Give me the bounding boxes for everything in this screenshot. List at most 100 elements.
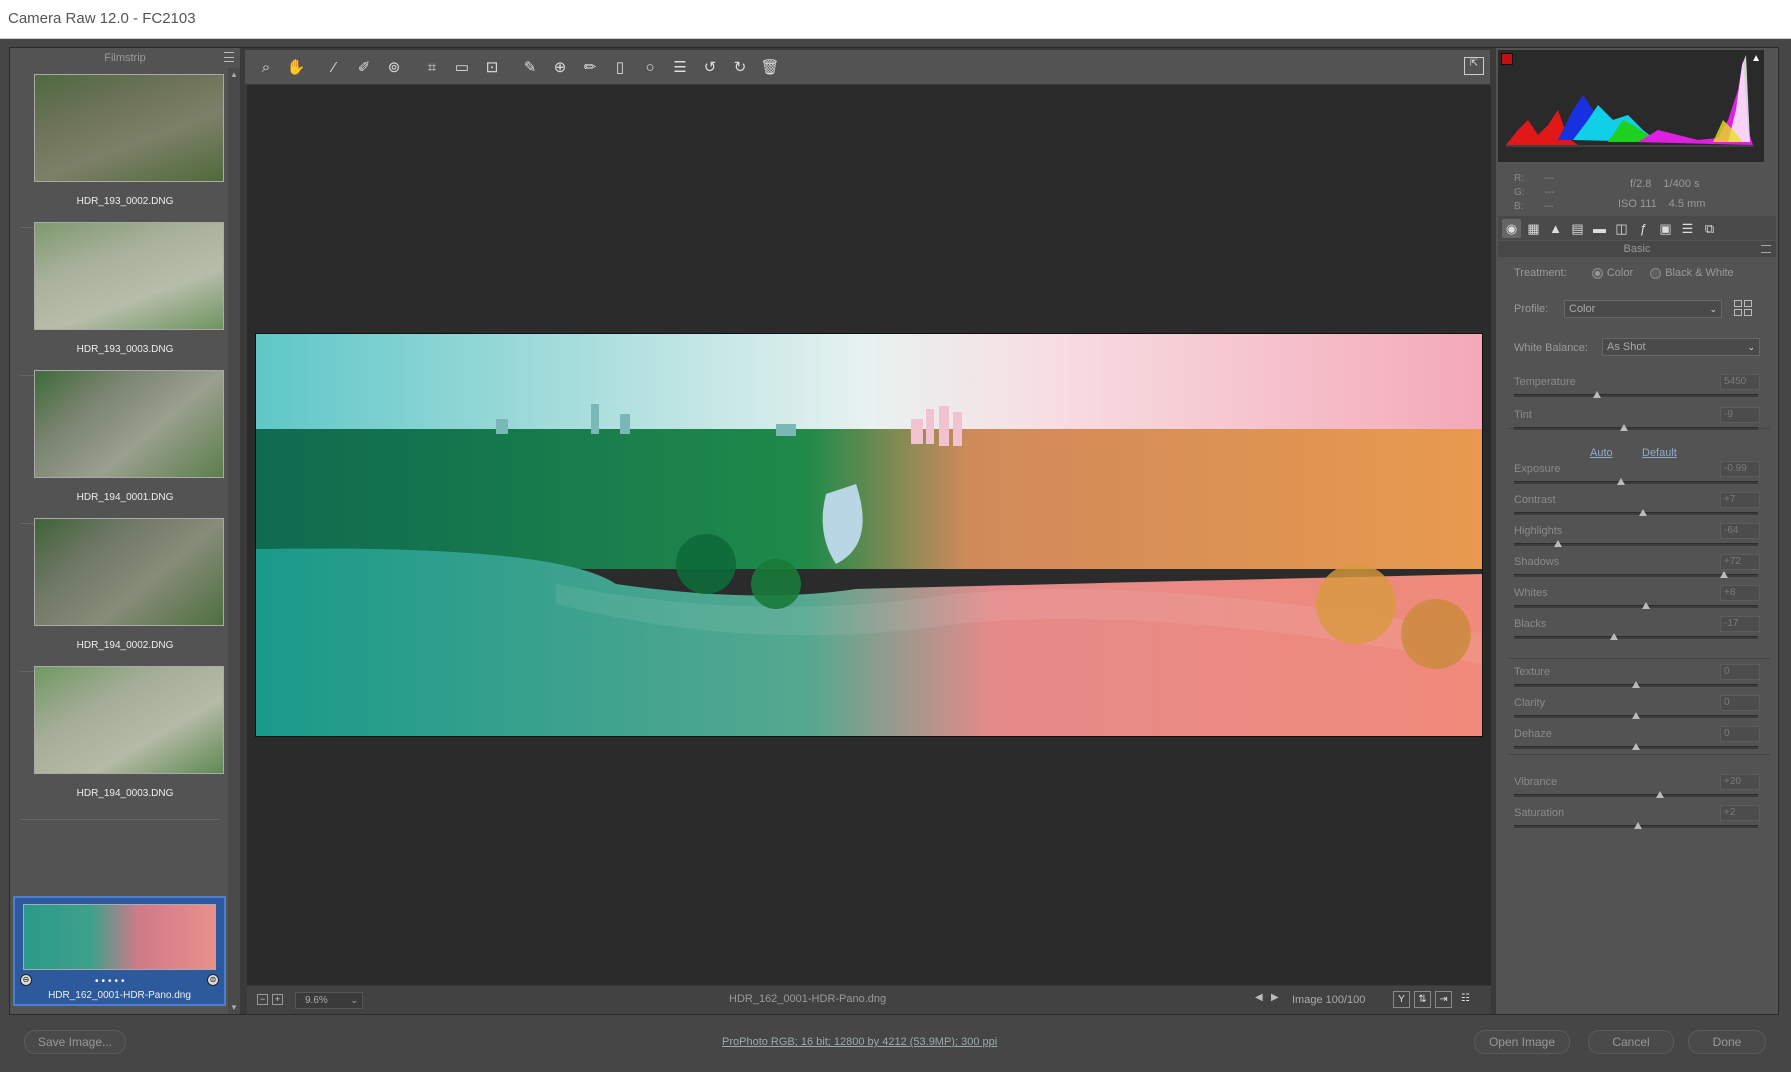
slider-knob[interactable] bbox=[1617, 478, 1626, 485]
spot-removal-tool-icon[interactable]: ✎ bbox=[519, 56, 541, 78]
profile-browser-icon[interactable] bbox=[1734, 300, 1754, 318]
thumbnail[interactable] bbox=[34, 666, 224, 774]
scroll-up-icon[interactable]: ▲ bbox=[230, 70, 238, 79]
filmstrip-item-selected[interactable]: ••••• ⊖ ⊜ HDR_162_0001-HDR-Pano.dng bbox=[13, 896, 226, 1006]
rating-dots[interactable]: ••••• bbox=[95, 976, 128, 987]
treatment-bw-option[interactable]: Black & White bbox=[1650, 267, 1734, 279]
targeted-adjustment-tool-icon[interactable]: ⊚ bbox=[383, 56, 405, 78]
zoom-out-button[interactable]: − bbox=[257, 994, 268, 1005]
slider-track[interactable] bbox=[1514, 540, 1758, 547]
slider-value-field[interactable]: 0 bbox=[1720, 726, 1760, 742]
filmstrip-item[interactable]: HDR_193_0002.DNG bbox=[20, 64, 224, 228]
tab-tone-curve-icon[interactable]: ▦ bbox=[1524, 219, 1543, 238]
slider-value-field[interactable]: 0 bbox=[1720, 695, 1760, 711]
slider-value-field[interactable]: +7 bbox=[1720, 492, 1760, 508]
panel-menu-icon[interactable] bbox=[1761, 245, 1771, 253]
slider-knob[interactable] bbox=[1632, 681, 1640, 688]
slider-knob[interactable] bbox=[1641, 602, 1650, 609]
slider-track[interactable] bbox=[1514, 712, 1758, 719]
red-eye-tool-icon[interactable]: ⊕ bbox=[549, 56, 571, 78]
slider-value-field[interactable]: 0 bbox=[1720, 664, 1760, 680]
slider-knob[interactable] bbox=[1619, 424, 1628, 431]
tab-lens-icon[interactable]: ◫ bbox=[1612, 219, 1631, 238]
flag-icon[interactable]: ⊖ bbox=[20, 974, 32, 986]
swap-settings-icon[interactable]: ⇅ bbox=[1414, 991, 1431, 1008]
tab-hsl-icon[interactable]: ▤ bbox=[1568, 219, 1587, 238]
slider-value-field[interactable]: 5450 bbox=[1720, 374, 1760, 390]
tab-presets-icon[interactable]: ☰ bbox=[1678, 219, 1697, 238]
view-preferences-icon[interactable]: ☷ bbox=[1457, 991, 1474, 1008]
slider-track[interactable] bbox=[1514, 602, 1758, 609]
tab-basic-icon[interactable]: ◉ bbox=[1502, 218, 1521, 238]
panorama-preview-image[interactable] bbox=[255, 333, 1483, 737]
save-image-button[interactable]: Save Image... bbox=[24, 1030, 126, 1054]
thumbnail[interactable] bbox=[34, 518, 224, 626]
slider-value-field[interactable]: +72 bbox=[1720, 554, 1760, 570]
slider-track[interactable] bbox=[1514, 822, 1758, 829]
tab-split-toning-icon[interactable]: ▬ bbox=[1590, 219, 1609, 238]
white-balance-select[interactable]: As Shot ⌄ bbox=[1602, 338, 1760, 356]
thumbnail[interactable] bbox=[23, 904, 216, 970]
slider-knob[interactable] bbox=[1719, 571, 1728, 578]
zoom-level-select[interactable]: 9.6% ⌄ bbox=[295, 992, 363, 1009]
white-balance-tool-icon[interactable]: ⁄ bbox=[323, 56, 345, 78]
rotate-right-icon[interactable]: ↻ bbox=[729, 56, 751, 78]
slider-knob[interactable] bbox=[1610, 633, 1619, 640]
auto-link[interactable]: Auto bbox=[1590, 447, 1613, 459]
straighten-tool-icon[interactable]: ▭ bbox=[451, 56, 473, 78]
slider-track[interactable] bbox=[1514, 571, 1758, 578]
profile-select[interactable]: Color ⌄ bbox=[1564, 300, 1722, 318]
filmstrip-scrollbar[interactable]: ▲ ▼ bbox=[228, 68, 240, 1014]
open-image-button[interactable]: Open Image bbox=[1474, 1030, 1570, 1054]
fullscreen-toggle-icon[interactable]: ⇱ bbox=[1464, 57, 1484, 75]
presets-list-icon[interactable]: ☰ bbox=[669, 56, 691, 78]
scroll-down-icon[interactable]: ▼ bbox=[230, 1003, 238, 1012]
slider-track[interactable] bbox=[1514, 391, 1758, 398]
workflow-options-link[interactable]: ProPhoto RGB; 16 bit; 12800 by 4212 (53.… bbox=[722, 1036, 997, 1048]
filmstrip-item[interactable]: HDR_194_0003.DNG bbox=[20, 656, 224, 820]
default-link[interactable]: Default bbox=[1642, 447, 1677, 459]
slider-value-field[interactable]: -0.99 bbox=[1720, 461, 1760, 477]
zoom-tool-icon[interactable]: ⌕ bbox=[255, 56, 277, 78]
image-preview-area[interactable] bbox=[247, 85, 1491, 985]
shadow-clipping-warning-icon[interactable] bbox=[1501, 53, 1513, 65]
treatment-color-option[interactable]: Color bbox=[1591, 267, 1633, 279]
tab-snapshots-icon[interactable]: ⧉ bbox=[1700, 219, 1719, 238]
slider-knob[interactable] bbox=[1634, 822, 1643, 829]
cancel-button[interactable]: Cancel bbox=[1588, 1030, 1674, 1054]
slider-value-field[interactable]: +2 bbox=[1720, 805, 1760, 821]
slider-knob[interactable] bbox=[1632, 712, 1640, 719]
crop-tool-icon[interactable]: ⌗ bbox=[421, 56, 443, 78]
slider-track[interactable] bbox=[1514, 633, 1758, 640]
radio-color[interactable] bbox=[1591, 267, 1603, 279]
slider-value-field[interactable]: +20 bbox=[1720, 774, 1760, 790]
zoom-in-button[interactable]: + bbox=[272, 994, 283, 1005]
filmstrip-item[interactable]: HDR_193_0003.DNG bbox=[20, 212, 224, 376]
slider-knob[interactable] bbox=[1632, 743, 1640, 750]
image-nav-arrows[interactable]: ◀ ▶ bbox=[1255, 992, 1279, 1003]
rotate-left-icon[interactable]: ↺ bbox=[699, 56, 721, 78]
tab-detail-icon[interactable]: ▲ bbox=[1546, 219, 1565, 238]
tab-effects-icon[interactable]: ƒ bbox=[1634, 219, 1653, 238]
slider-track[interactable] bbox=[1514, 509, 1758, 516]
slider-value-field[interactable]: -17 bbox=[1720, 616, 1760, 632]
hand-tool-icon[interactable]: ✋ bbox=[285, 56, 307, 78]
radio-bw[interactable] bbox=[1650, 267, 1662, 279]
filmstrip-item[interactable]: HDR_194_0002.DNG bbox=[20, 508, 224, 672]
slider-track[interactable] bbox=[1514, 743, 1758, 750]
radial-filter-icon[interactable]: ○ bbox=[639, 56, 661, 78]
slider-value-field[interactable]: +8 bbox=[1720, 585, 1760, 601]
slider-knob[interactable] bbox=[1592, 391, 1601, 398]
thumbnail[interactable] bbox=[34, 370, 224, 478]
thumbnail[interactable] bbox=[34, 74, 224, 182]
slider-track[interactable] bbox=[1514, 791, 1758, 798]
before-after-toggle-icon[interactable]: Y bbox=[1393, 991, 1410, 1008]
transform-tool-icon[interactable]: ⊡ bbox=[481, 56, 503, 78]
tab-calibration-icon[interactable]: ▣ bbox=[1656, 219, 1675, 238]
done-button[interactable]: Done bbox=[1688, 1030, 1766, 1054]
slider-track[interactable] bbox=[1514, 424, 1758, 431]
color-sampler-tool-icon[interactable]: ✐ bbox=[353, 56, 375, 78]
slider-knob[interactable] bbox=[1656, 791, 1665, 798]
slider-value-field[interactable]: -9 bbox=[1720, 407, 1760, 423]
slider-knob[interactable] bbox=[1553, 540, 1562, 547]
